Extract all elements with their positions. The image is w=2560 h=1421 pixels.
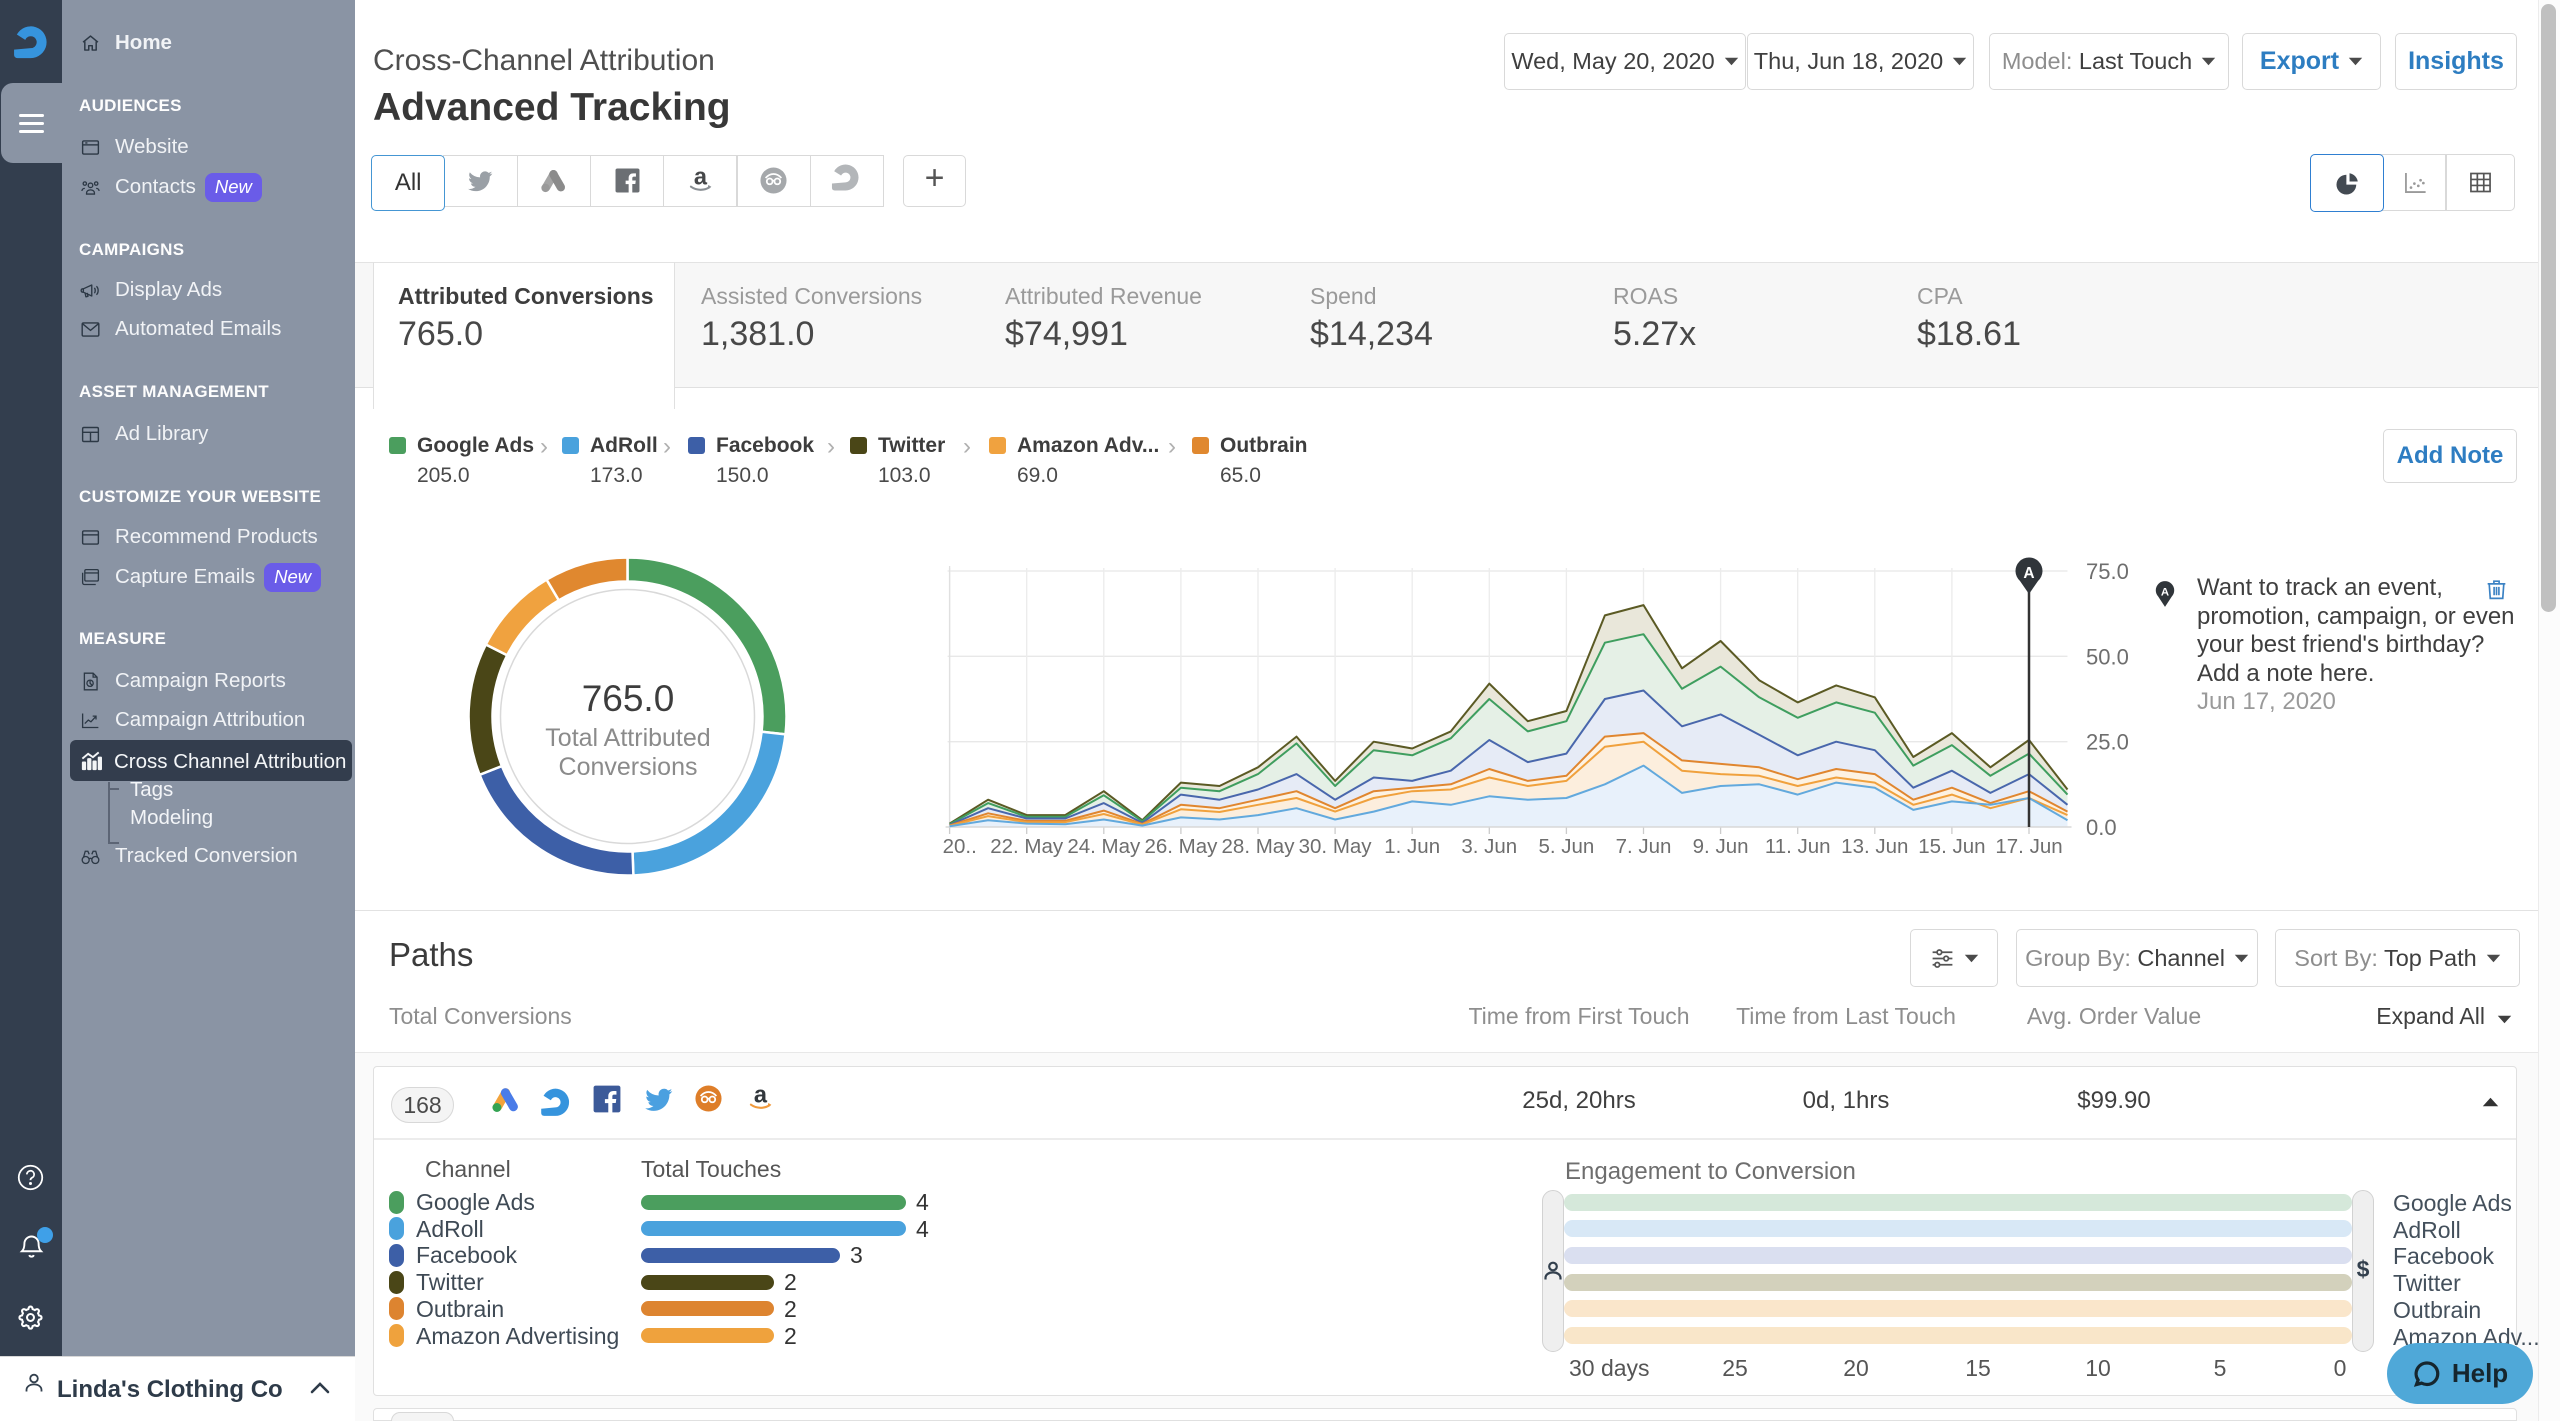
svg-text:9. Jun: 9. Jun <box>1693 835 1749 858</box>
svg-text:A: A <box>2023 565 2034 582</box>
svg-text:3. Jun: 3. Jun <box>1461 835 1517 858</box>
svg-text:5. Jun: 5. Jun <box>1538 835 1594 858</box>
svg-text:11. Jun: 11. Jun <box>1765 835 1831 858</box>
svg-text:22. May: 22. May <box>990 835 1064 858</box>
svg-text:75.0: 75.0 <box>2086 559 2129 584</box>
svg-text:a: a <box>754 1085 768 1108</box>
svg-text:25.0: 25.0 <box>2086 730 2129 755</box>
svg-text:7. Jun: 7. Jun <box>1616 835 1672 858</box>
svg-text:28. May: 28. May <box>1222 835 1296 858</box>
svg-text:30. May: 30. May <box>1299 835 1373 858</box>
svg-text:A: A <box>2161 587 2169 599</box>
svg-text:15. Jun: 15. Jun <box>1918 835 1985 858</box>
svg-text:50.0: 50.0 <box>2086 644 2129 669</box>
svg-text:0.0: 0.0 <box>2086 815 2117 840</box>
svg-text:20..: 20.. <box>943 835 977 858</box>
svg-text:17. Jun: 17. Jun <box>1995 835 2062 858</box>
svg-text:24. May: 24. May <box>1067 835 1141 858</box>
svg-text:26. May: 26. May <box>1144 835 1218 858</box>
svg-text:13. Jun: 13. Jun <box>1841 835 1908 858</box>
svg-text:1. Jun: 1. Jun <box>1384 835 1440 858</box>
